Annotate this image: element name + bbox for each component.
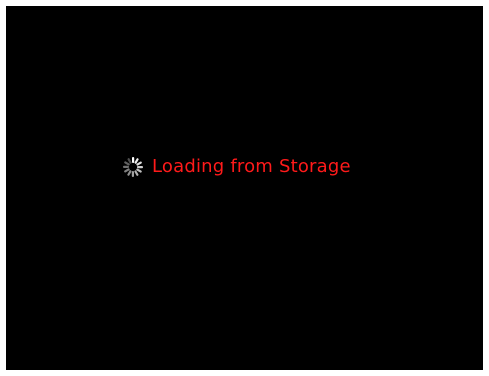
loading-spinner-icon xyxy=(123,157,143,177)
loading-message: Loading from Storage xyxy=(152,156,351,177)
spinner-ray xyxy=(123,165,129,168)
loading-indicator: Loading from Storage xyxy=(122,154,351,180)
loading-screen: Loading from Storage xyxy=(6,6,483,370)
spinner-ray xyxy=(137,166,143,169)
spinner-ray xyxy=(131,171,134,177)
spinner-ray xyxy=(132,157,135,163)
